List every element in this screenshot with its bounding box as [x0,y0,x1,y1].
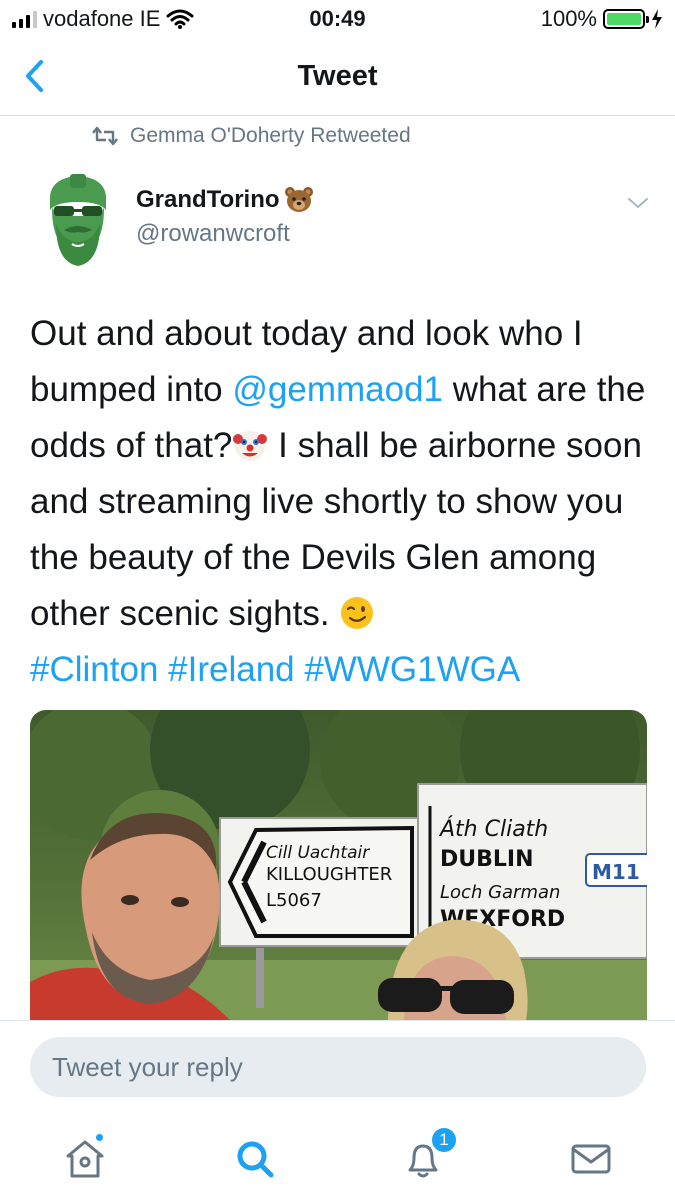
retweet-label: Gemma O'Doherty Retweeted [130,124,411,147]
sign-irish-placename: Cill Uachtair [266,843,370,863]
hashtag-link[interactable]: #Clinton [30,650,158,689]
sign-english-placename: DUBLIN [440,847,534,872]
tweet-text: Out and about today and look who I bumpe… [30,306,650,698]
avatar[interactable] [40,172,116,268]
mail-icon [571,1144,611,1174]
page-title: Tweet [297,60,378,92]
author-handle[interactable]: @rowanwcroft [136,220,290,248]
sign-irish-placename: Áth Cliath [438,816,548,842]
battery-icon [603,9,649,29]
bear-face-emoji [284,187,313,212]
author-name[interactable]: GrandTorino [136,186,314,214]
mention-link[interactable]: @gemmaod1 [232,370,443,409]
tab-messages[interactable] [568,1136,614,1182]
tweet-photo[interactable]: Cill Uachtair KILLOUGHTER L5067 Áth Clia… [30,710,647,1020]
retweet-icon [92,126,118,146]
sign-road-number: L5067 [266,890,322,911]
tab-search[interactable] [232,1136,278,1182]
clown-face-emoji [233,431,268,461]
hashtag-link[interactable]: #Ireland [168,650,294,689]
reply-bar: Tweet your reply [0,1020,675,1116]
tab-home[interactable] [62,1132,108,1182]
retweet-context[interactable]: Gemma O'Doherty Retweeted [92,124,411,148]
home-new-indicator [94,1132,105,1143]
battery-percent: 100% [540,6,597,31]
charging-bolt-icon [652,9,662,29]
hashtag-link[interactable]: #WWG1WGA [304,650,520,689]
winking-face-emoji [341,597,374,629]
author-display-name: GrandTorino [136,186,280,213]
chevron-down-icon[interactable] [626,194,650,212]
tab-bar: 1 [0,1116,675,1200]
sign-motorway-number: M11 [592,860,640,884]
search-icon [237,1141,274,1178]
notifications-badge: 1 [430,1126,458,1154]
status-bar: vodafone IE 00:49 100% [0,0,675,40]
tab-notifications[interactable]: 1 [400,1126,458,1182]
sign-irish-placename: Loch Garman [440,882,560,903]
reply-input[interactable]: Tweet your reply [30,1037,646,1097]
navigation-bar: Tweet [0,40,675,116]
home-icon [66,1140,104,1178]
sign-english-placename: KILLOUGHTER [266,864,392,885]
